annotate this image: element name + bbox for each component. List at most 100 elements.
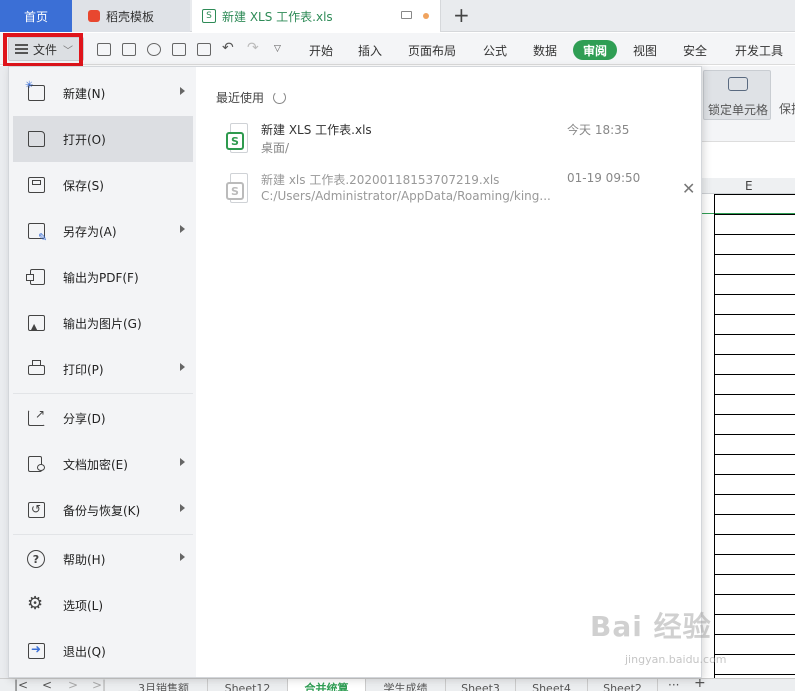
ribbon-tab-formulas[interactable]: 公式: [483, 42, 507, 59]
menu-item-export-pdf[interactable]: 输出为PDF(F): [13, 254, 193, 300]
row-header-strip: [0, 66, 8, 678]
menu-item-label: 另存为(A): [63, 224, 117, 239]
menu-item-print[interactable]: 打印(P): [13, 346, 193, 392]
submenu-arrow-icon: [180, 553, 185, 561]
menu-item-label: 文档加密(E): [63, 457, 128, 472]
spreadsheet-icon: S: [202, 9, 216, 23]
refresh-icon[interactable]: [273, 91, 287, 104]
submenu-arrow-icon: [180, 458, 185, 466]
chevron-down-icon[interactable]: ﹀: [63, 42, 73, 57]
new-icon: ✳: [25, 80, 47, 102]
ribbon-tab-review[interactable]: 审阅: [573, 40, 617, 60]
menu-item-help[interactable]: ? 帮助(H): [13, 536, 193, 582]
ribbon-tab-insert[interactable]: 插入: [358, 42, 382, 59]
sheet-tab-4[interactable]: Sheet3: [446, 679, 516, 691]
ribbon-tab-security[interactable]: 安全: [683, 42, 707, 59]
more-sheets-icon[interactable]: ···: [668, 679, 679, 691]
menu-item-options[interactable]: ⚙ 选项(L): [13, 582, 193, 628]
sheet-tab-1[interactable]: Sheet12: [208, 679, 288, 691]
ribbon-tab-data[interactable]: 数据: [533, 42, 557, 59]
submenu-arrow-icon: [180, 225, 185, 233]
sheet-tab-5[interactable]: Sheet4: [516, 679, 588, 691]
customize-dropdown-icon[interactable]: ▽: [274, 44, 281, 54]
first-sheet-icon[interactable]: |<: [14, 679, 28, 691]
menu-item-label: 保存(S): [63, 178, 104, 193]
sheet-tab-0[interactable]: 3月销售额: [120, 679, 208, 691]
sheet-tab-2[interactable]: 合并统算: [288, 679, 366, 691]
recent-file-time: 01-19 09:50: [567, 171, 641, 185]
new-tab-plus-icon[interactable]: +: [453, 5, 470, 25]
prev-sheet-icon[interactable]: <: [42, 679, 52, 691]
tab-bar: 首页 稻壳模板 S 新建 XLS 工作表.xls +: [0, 0, 795, 32]
menu-item-share[interactable]: ↗ 分享(D): [13, 395, 193, 441]
save-as-icon: ✎: [27, 222, 47, 244]
menu-item-export-image[interactable]: ▲ 输出为图片(G): [13, 300, 193, 346]
sheet-tab-3[interactable]: 学生成绩: [366, 679, 446, 691]
gear-icon: ⚙: [27, 593, 44, 614]
unsaved-dot-icon: [423, 13, 429, 19]
lock-cells-label: 锁定单元格: [707, 103, 768, 117]
recent-file-name: 新建 XLS 工作表.xls: [261, 123, 372, 137]
submenu-arrow-icon: [180, 87, 185, 95]
print-quick-icon[interactable]: [172, 43, 186, 56]
tab-template[interactable]: 稻壳模板: [72, 0, 190, 32]
print-preview-icon[interactable]: [197, 43, 211, 56]
menu-item-open[interactable]: 打开(O): [13, 116, 193, 162]
menu-item-save[interactable]: 保存(S): [13, 162, 193, 208]
column-header-e[interactable]: E: [745, 179, 753, 193]
redo-icon[interactable]: ↷: [247, 40, 259, 56]
tab-home[interactable]: 首页: [0, 0, 72, 32]
menu-item-save-as[interactable]: ✎ 另存为(A): [13, 208, 193, 254]
tab-document[interactable]: S 新建 XLS 工作表.xls: [192, 0, 441, 32]
file-menu-panel: ✳ 新建(N) 打开(O) 保存(S) ✎ 另存为(A) 输出为PDF(F) ▲…: [8, 66, 702, 678]
remove-recent-close-icon[interactable]: ✕: [682, 179, 695, 198]
hamburger-icon: [15, 44, 28, 54]
lock-cells-button[interactable]: 锁定单元格: [703, 70, 771, 120]
ribbon-tab-developer[interactable]: 开发工具: [735, 42, 783, 59]
recent-file-path: C:/Users/Administrator/AppData/Roaming/k…: [261, 189, 551, 203]
recent-file-name: 新建 xls 工作表.20200118153707219.xls: [261, 173, 500, 187]
recent-file-row[interactable]: S 新建 XLS 工作表.xls 桌面/ 今天 18:35: [219, 121, 699, 161]
menu-separator: [13, 393, 193, 394]
menu-item-label: 输出为PDF(F): [63, 270, 139, 285]
last-sheet-icon[interactable]: >|: [92, 679, 106, 691]
menu-item-label: 备份与恢复(K): [63, 503, 141, 518]
ribbon-tab-review-label: 审阅: [582, 43, 607, 58]
protect-label[interactable]: 保护: [779, 100, 795, 117]
docer-logo-icon: [88, 10, 100, 22]
menu-item-backup[interactable]: ↺ 备份与恢复(K): [13, 487, 193, 533]
recent-title: 最近使用: [216, 89, 287, 106]
recent-title-label: 最近使用: [216, 91, 265, 105]
menu-item-label: 退出(Q): [63, 644, 106, 659]
menu-item-encrypt[interactable]: 文档加密(E): [13, 441, 193, 487]
cell-grid[interactable]: [714, 194, 795, 678]
image-icon: ▲: [27, 314, 47, 332]
menu-item-exit[interactable]: ➜ 退出(Q): [13, 628, 193, 674]
add-sheet-icon[interactable]: +: [694, 679, 706, 691]
open-quick-icon[interactable]: [97, 43, 111, 56]
monitor-icon[interactable]: [401, 11, 412, 19]
encrypt-icon: [27, 455, 47, 473]
menu-item-label: 打印(P): [63, 362, 104, 377]
sheet-tab-6[interactable]: Sheet2: [588, 679, 658, 691]
format-painter-icon[interactable]: [147, 43, 161, 56]
backup-icon: ↺: [27, 501, 47, 519]
folder-icon: [27, 130, 47, 148]
menu-item-label: 选项(L): [63, 598, 104, 613]
submenu-arrow-icon: [180, 363, 185, 371]
undo-icon[interactable]: ↶: [222, 40, 234, 56]
recent-file-row[interactable]: S 新建 xls 工作表.20200118153707219.xls C:/Us…: [219, 171, 699, 211]
ribbon-tab-view[interactable]: 视图: [633, 42, 657, 59]
ribbon-tab-home[interactable]: 开始: [309, 42, 333, 59]
menu-item-label: 分享(D): [63, 411, 106, 426]
lock-icon: [728, 77, 748, 91]
next-sheet-icon[interactable]: >: [68, 679, 78, 691]
menu-item-new[interactable]: ✳ 新建(N): [13, 70, 193, 116]
sheet-tab-bar: |< < > >| 3月销售额 Sheet12 合并统算 学生成绩 Sheet3…: [0, 678, 795, 691]
recent-file-path: 桌面/: [261, 141, 290, 155]
ribbon-tab-page-layout[interactable]: 页面布局: [408, 42, 456, 59]
save-quick-icon[interactable]: [122, 43, 136, 56]
recent-file-time: 今天 18:35: [567, 123, 630, 137]
file-menu-button[interactable]: 文件 ﹀: [8, 37, 84, 61]
printer-icon: [27, 360, 47, 378]
